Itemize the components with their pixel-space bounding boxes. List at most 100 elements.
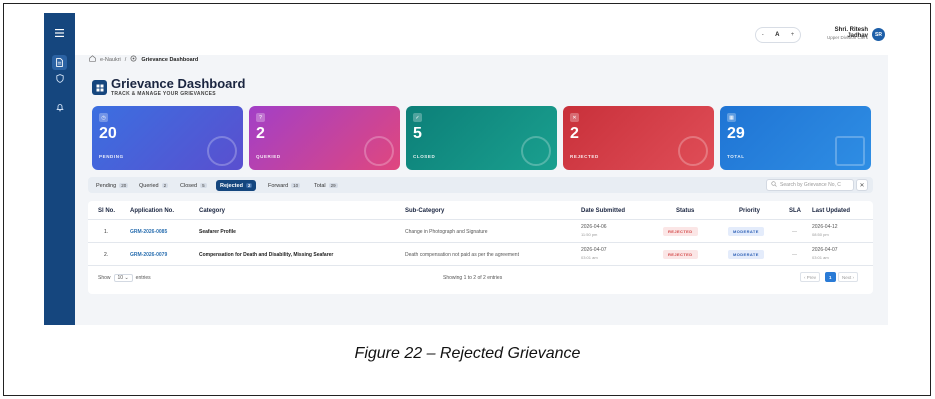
home-icon[interactable] (89, 55, 96, 64)
tab-count: 5 (200, 183, 207, 188)
shield-icon (55, 74, 64, 83)
row-sub-category: Death compensation not paid as per the a… (405, 252, 519, 258)
application-link[interactable]: GRM-2026-0079 (130, 252, 167, 258)
sidebar (44, 13, 75, 325)
row-last-updated: 2026-04-07 03:01 am (812, 247, 838, 261)
font-increase-button[interactable]: + (791, 32, 795, 38)
show-label: Show (98, 275, 111, 281)
row-sla: — (792, 229, 797, 235)
stat-card-closed[interactable]: ✓ 5 CLOSED (406, 106, 557, 170)
font-decrease-button[interactable]: - (762, 32, 764, 38)
column-header: Date Submitted (581, 208, 626, 214)
tab-label: Pending (96, 182, 117, 189)
stat-label: QUERIED (256, 154, 281, 159)
column-header: Priority (739, 208, 761, 214)
hamburger-icon[interactable] (52, 25, 67, 40)
time-value: 03:01 am (581, 255, 598, 260)
row-sl: 1. (104, 229, 109, 235)
figure-caption: Figure 22 – Rejected Grievance (354, 345, 581, 362)
page-size-control: Show 10 ⌄ entries (98, 274, 151, 282)
grid-icon: ▦ (727, 113, 736, 122)
date-value: 2026-04-07 (581, 247, 607, 253)
tab-forward[interactable]: Forward 10 (264, 180, 304, 191)
user-role: Upper Division Clerk (826, 35, 868, 40)
next-page-button[interactable]: Next › (838, 272, 859, 282)
question-icon: ? (256, 113, 265, 122)
search-placeholder: Search by Grievance No, C (780, 182, 841, 188)
date-value: 2026-04-06 (581, 224, 607, 230)
tab-label: Total (314, 182, 326, 189)
tab-count: 20 (119, 183, 129, 188)
tab-label: Queried (139, 182, 159, 189)
grievance-table: Sl No. Application No. Category Sub-Cate… (88, 201, 873, 294)
top-bar: - A + Shri. Ritesh Jadhav Upper Division… (75, 13, 888, 55)
tab-pending[interactable]: Pending 20 (92, 180, 132, 191)
chevron-down-icon[interactable]: ⌄ (887, 31, 888, 37)
stat-card-pending[interactable]: ◷ 20 PENDING (92, 106, 243, 170)
font-reset-button[interactable]: A (775, 32, 779, 38)
column-header: Sub-Category (405, 208, 445, 214)
tab-count: 2 (161, 183, 169, 188)
stat-label: REJECTED (570, 154, 599, 159)
alert-watermark-icon (364, 136, 394, 166)
status-badge: REJECTED (663, 227, 698, 236)
sidebar-item-notifications[interactable] (52, 100, 67, 115)
tab-count: 10 (291, 183, 301, 188)
breadcrumb-home[interactable]: e-Naukri (100, 57, 121, 63)
document-icon (56, 58, 63, 67)
stat-value: 29 (727, 125, 745, 142)
time-value: 08:50 pm (812, 232, 829, 237)
breadcrumb-current: Grievance Dashboard (141, 56, 199, 63)
tab-closed[interactable]: Closed 5 (176, 180, 211, 191)
clock-watermark-icon (207, 136, 237, 166)
time-value: 11:50 pm (581, 232, 598, 237)
clock-icon: ◷ (99, 113, 108, 122)
sidebar-item-security[interactable] (52, 71, 67, 86)
page-button-1[interactable]: 1 (825, 272, 836, 282)
divider (88, 219, 873, 220)
application-link[interactable]: GRM-2026-0085 (130, 229, 167, 235)
prev-page-button[interactable]: ‹ Prev (800, 272, 821, 282)
app-screenshot: - A + Shri. Ritesh Jadhav Upper Division… (44, 13, 888, 325)
divider (88, 242, 873, 243)
check-watermark-icon (521, 136, 551, 166)
row-date-submitted: 2026-04-06 11:50 pm (581, 224, 607, 238)
row-date-submitted: 2026-04-07 03:01 am (581, 247, 607, 261)
tab-count: 2 (245, 183, 253, 188)
priority-badge: MODERATE (728, 250, 764, 259)
stat-label: TOTAL (727, 154, 745, 159)
page-size-select[interactable]: 10 ⌄ (113, 274, 133, 282)
clear-search-button[interactable]: ✕ (856, 179, 868, 191)
row-category: Compensation for Death and Disability, M… (199, 252, 334, 258)
stat-card-total[interactable]: ▦ 29 TOTAL (720, 106, 871, 170)
row-sub-category: Change in Photograph and Signature (405, 229, 488, 235)
tab-queried[interactable]: Queried 2 (135, 180, 172, 191)
x-watermark-icon (678, 136, 708, 166)
row-last-updated: 2026-04-12 08:50 pm (812, 224, 838, 238)
bell-icon (55, 103, 64, 112)
tab-rejected[interactable]: Rejected 2 (216, 180, 257, 191)
check-icon: ✓ (413, 113, 422, 122)
showing-summary: Showing 1 to 2 of 2 entries (443, 275, 503, 281)
page-title: Grievance Dashboard (111, 76, 246, 91)
column-header: Last Updated (812, 208, 851, 214)
tab-label: Forward (268, 182, 289, 189)
row-category: Seafarer Profile (199, 229, 236, 235)
entries-label: entries (135, 275, 151, 281)
date-value: 2026-04-07 (812, 247, 838, 253)
stat-label: CLOSED (413, 154, 436, 159)
x-circle-icon: ✕ (570, 113, 579, 122)
date-value: 2026-04-12 (812, 224, 838, 230)
stat-card-queried[interactable]: ? 2 QUERIED (249, 106, 400, 170)
column-header: SLA (789, 208, 801, 214)
avatar[interactable]: SR (872, 28, 885, 41)
sidebar-item-documents[interactable] (52, 55, 67, 70)
tab-label: Closed (180, 182, 198, 189)
breadcrumb: e-Naukri / Grievance Dashboard (89, 55, 198, 64)
status-badge: REJECTED (663, 250, 698, 259)
tab-total[interactable]: Total 29 (310, 180, 342, 191)
stat-value: 2 (256, 125, 265, 142)
stat-label: PENDING (99, 154, 124, 159)
stat-card-rejected[interactable]: ✕ 2 REJECTED (563, 106, 714, 170)
search-input[interactable]: Search by Grievance No, C (766, 179, 854, 191)
